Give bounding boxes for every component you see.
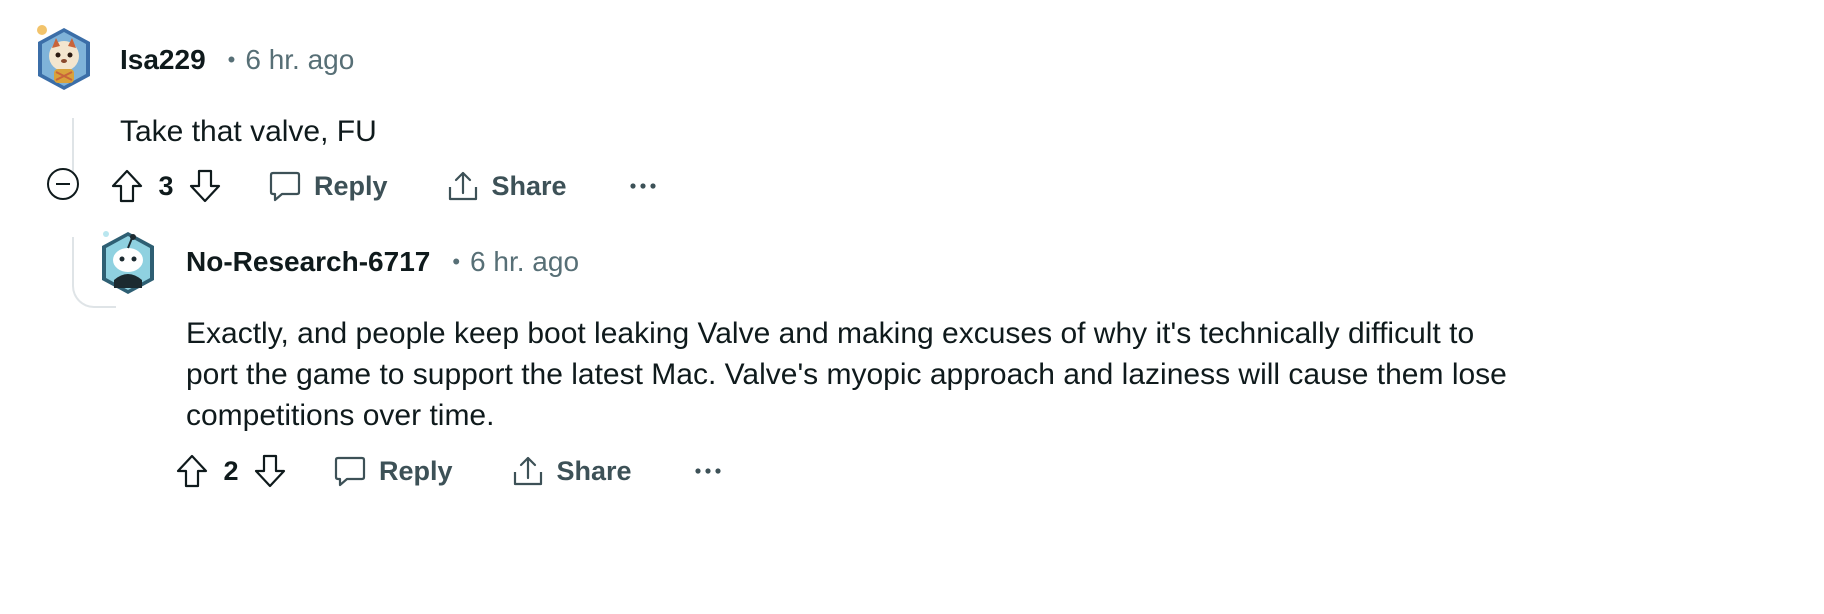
- vote-group: 2: [175, 453, 287, 489]
- downvote-button[interactable]: [253, 453, 287, 489]
- user-avatar[interactable]: [98, 228, 158, 298]
- downvote-button[interactable]: [188, 168, 222, 204]
- collapse-thread-button[interactable]: [33, 154, 93, 214]
- upvote-button[interactable]: [175, 453, 209, 489]
- comment-body: Take that valve, FU: [120, 115, 377, 148]
- comment-action-bar: 2 Reply Share: [175, 441, 728, 501]
- speech-bubble-icon: [334, 456, 366, 487]
- more-options-button[interactable]: [688, 451, 728, 491]
- reply-label: Reply: [314, 170, 388, 201]
- minus-circle-icon: [47, 168, 79, 200]
- comment-body-line: port the game to support the latest Mac.…: [186, 358, 1507, 391]
- comment-body-line: Exactly, and people keep boot leaking Va…: [186, 317, 1475, 350]
- reply-label: Reply: [379, 455, 453, 486]
- arrow-up-icon: [176, 454, 208, 488]
- username[interactable]: No-Research-6717: [186, 246, 430, 278]
- share-icon: [513, 456, 542, 486]
- comment-body: Exactly, and people keep boot leaking Va…: [186, 310, 1507, 433]
- user-avatar[interactable]: [34, 24, 94, 94]
- comment-action-bar: 3 Reply Share: [110, 156, 663, 216]
- arrow-down-icon: [189, 169, 221, 203]
- meta-separator: •: [452, 249, 461, 274]
- vote-count: 2: [223, 455, 239, 486]
- vote-group: 3: [110, 168, 222, 204]
- meta-separator: •: [227, 47, 236, 72]
- reply-button[interactable]: Reply: [268, 169, 388, 203]
- speech-bubble-icon: [269, 171, 301, 202]
- arrow-up-icon: [111, 169, 143, 203]
- more-options-button[interactable]: [623, 166, 663, 206]
- comment-thread: Isa229 • 6 hr. ago Take that valve, FU 3: [0, 0, 1824, 614]
- username[interactable]: Isa229: [120, 44, 206, 76]
- vote-count: 3: [158, 170, 174, 201]
- comment-meta: Isa229 • 6 hr. ago: [120, 44, 354, 76]
- upvote-button[interactable]: [110, 168, 144, 204]
- share-icon: [448, 171, 477, 201]
- share-button[interactable]: Share: [446, 169, 567, 203]
- share-label: Share: [491, 170, 567, 201]
- reply-button[interactable]: Reply: [333, 454, 453, 488]
- comment-body-line: competitions over time.: [186, 399, 495, 432]
- share-button[interactable]: Share: [511, 454, 632, 488]
- comment-meta: No-Research-6717 • 6 hr. ago: [186, 246, 579, 278]
- share-label: Share: [556, 455, 632, 486]
- overflow-icon: [629, 183, 656, 189]
- timestamp[interactable]: 6 hr. ago: [245, 44, 354, 76]
- timestamp[interactable]: 6 hr. ago: [470, 246, 579, 278]
- overflow-icon: [694, 468, 721, 474]
- arrow-down-icon: [254, 454, 286, 488]
